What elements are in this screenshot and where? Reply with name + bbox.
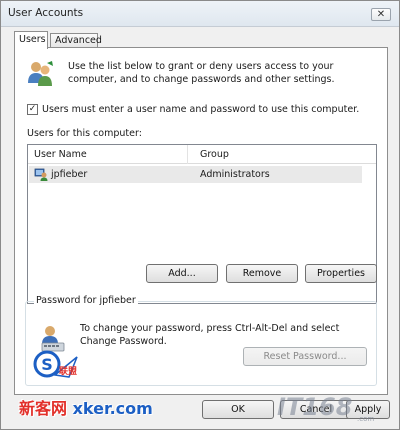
- tab-users[interactable]: Users: [14, 31, 48, 49]
- tab-advanced[interactable]: Advanced: [50, 33, 102, 48]
- users-tab-panel: Use the list below to grant or deny user…: [14, 47, 388, 395]
- column-header-user-name[interactable]: User Name: [34, 149, 87, 160]
- close-button[interactable]: ✕: [371, 8, 391, 21]
- watermark-logo-text: 联盟: [59, 365, 77, 377]
- add-user-button[interactable]: Add...: [146, 264, 218, 283]
- ok-button[interactable]: OK: [202, 400, 274, 419]
- watermark-xker: 新客网 xker.com: [19, 395, 153, 419]
- column-separator[interactable]: [187, 145, 188, 164]
- user-accounts-window: User Accounts ✕ Users Advanced Use the l…: [0, 0, 400, 430]
- remove-user-button[interactable]: Remove: [226, 264, 298, 283]
- require-login-checkbox[interactable]: ✓: [27, 104, 38, 115]
- cell-group: Administrators: [200, 169, 270, 180]
- reset-password-button[interactable]: Reset Password...: [243, 347, 367, 366]
- intro-description: Use the list below to grant or deny user…: [68, 61, 335, 85]
- password-instructions: To change your password, press Ctrl-Alt-…: [80, 323, 340, 347]
- users-list-header: User Name Group: [28, 145, 376, 164]
- require-login-label[interactable]: Users must enter a user name and passwor…: [42, 104, 359, 115]
- properties-button[interactable]: Properties: [305, 264, 377, 283]
- watermark-cn-text: 新客网: [19, 399, 68, 418]
- column-header-group[interactable]: Group: [200, 149, 229, 160]
- watermark-it168: IT168: [277, 393, 353, 421]
- watermark-it168-sub: .com: [357, 415, 375, 423]
- table-row[interactable]: jpfieber Administrators: [29, 166, 362, 183]
- cell-user-name: jpfieber: [51, 169, 88, 180]
- password-group-legend: Password for jpfieber: [34, 295, 138, 306]
- watermark-logo-icon: S 联盟: [33, 350, 78, 378]
- close-icon: ✕: [376, 9, 386, 20]
- title-bar: User Accounts ✕: [1, 1, 399, 27]
- watermark-en-text: xker.com: [72, 399, 153, 418]
- window-title: User Accounts: [8, 7, 84, 19]
- users-icon: [28, 61, 53, 86]
- svg-text:S: S: [41, 355, 53, 374]
- users-list-label: Users for this computer:: [27, 128, 142, 139]
- user-icon: [34, 168, 48, 181]
- checkmark-icon: ✓: [28, 104, 37, 114]
